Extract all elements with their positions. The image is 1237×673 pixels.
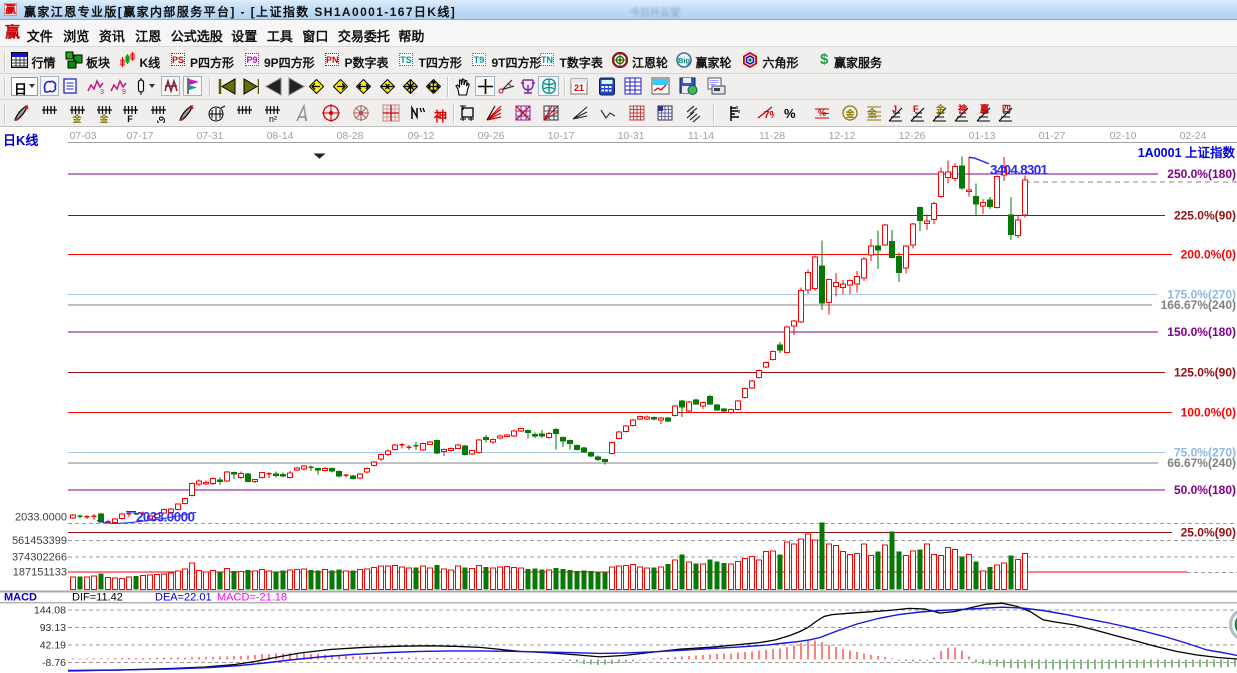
svg-text:21: 21 <box>574 83 584 93</box>
svg-text:日K线: 日K线 <box>3 133 38 148</box>
svg-text:01-13: 01-13 <box>969 130 996 142</box>
svg-text:374302266: 374302266 <box>12 551 67 563</box>
svg-text:3404.8301: 3404.8301 <box>990 163 1048 178</box>
svg-text:金: 金 <box>71 113 82 123</box>
svg-text:100.0%(0): 100.0%(0) <box>1181 405 1236 419</box>
svg-text:02-24: 02-24 <box>1180 130 1207 142</box>
svg-text:9: 9 <box>122 89 126 95</box>
svg-text:金: 金 <box>98 113 109 123</box>
svg-text:66.67%(240): 66.67%(240) <box>1167 456 1236 470</box>
svg-text:J: J <box>892 104 897 114</box>
svg-text:42.19: 42.19 <box>40 640 66 652</box>
svg-text:DIF=11.42: DIF=11.42 <box>72 592 123 604</box>
svg-text:12-26: 12-26 <box>899 130 926 142</box>
svg-text:n²: n² <box>269 114 277 123</box>
svg-text:225.0%(90): 225.0%(90) <box>1174 208 1236 222</box>
svg-text:50.0%(180): 50.0%(180) <box>1174 483 1236 497</box>
svg-text:07-03: 07-03 <box>70 130 97 142</box>
svg-text:MACD: MACD <box>4 592 37 604</box>
svg-text:25.0%(90): 25.0%(90) <box>1181 525 1236 539</box>
svg-text:-8.76: -8.76 <box>42 657 66 669</box>
svg-text:09-12: 09-12 <box>408 130 435 142</box>
svg-text:561453399: 561453399 <box>12 535 67 547</box>
svg-text:07-17: 07-17 <box>127 130 154 142</box>
svg-text:250.0%(180): 250.0%(180) <box>1167 167 1236 181</box>
svg-text:10-17: 10-17 <box>548 130 575 142</box>
svg-text:93.13: 93.13 <box>40 622 66 634</box>
svg-text:10-31: 10-31 <box>618 130 645 142</box>
svg-text:神: 神 <box>958 104 967 114</box>
svg-text:DEA=22.01: DEA=22.01 <box>155 592 212 604</box>
svg-text:187151133: 187151133 <box>13 567 67 579</box>
svg-text:四: 四 <box>1002 104 1011 114</box>
svg-text:01-27: 01-27 <box>1039 130 1066 142</box>
svg-text:金: 金 <box>866 107 878 120</box>
svg-text:金: 金 <box>935 104 946 114</box>
svg-text:08-14: 08-14 <box>267 130 294 142</box>
svg-text:08-28: 08-28 <box>337 130 364 142</box>
svg-text:1A0001 上证指数: 1A0001 上证指数 <box>1138 145 1236 160</box>
svg-text:F: F <box>127 114 133 123</box>
svg-text:144.08: 144.08 <box>34 605 66 617</box>
svg-text:12-12: 12-12 <box>829 130 856 142</box>
svg-text:11-14: 11-14 <box>688 130 714 142</box>
svg-text:150.0%(180): 150.0%(180) <box>1167 325 1236 339</box>
svg-text:MACD=-21.18: MACD=-21.18 <box>217 592 287 604</box>
svg-text:F: F <box>913 104 919 114</box>
svg-text:7%: 7% <box>764 110 774 121</box>
svg-text:2033.0000: 2033.0000 <box>136 510 195 525</box>
svg-text:11-28: 11-28 <box>759 130 785 142</box>
svg-text:125.0%(90): 125.0%(90) <box>1174 366 1236 380</box>
svg-text:09-26: 09-26 <box>478 130 505 142</box>
svg-text:2033.0000: 2033.0000 <box>15 512 67 524</box>
svg-text:166.67%(240): 166.67%(240) <box>1161 298 1236 312</box>
svg-text:3: 3 <box>100 89 104 95</box>
svg-text:200.0%(0): 200.0%(0) <box>1181 248 1236 262</box>
svg-text:02-10: 02-10 <box>1110 130 1137 142</box>
svg-text:金: 金 <box>844 108 855 119</box>
svg-text:Big: Big <box>678 56 691 65</box>
svg-text:07-31: 07-31 <box>197 130 224 142</box>
svg-text:赢: 赢 <box>980 104 989 114</box>
